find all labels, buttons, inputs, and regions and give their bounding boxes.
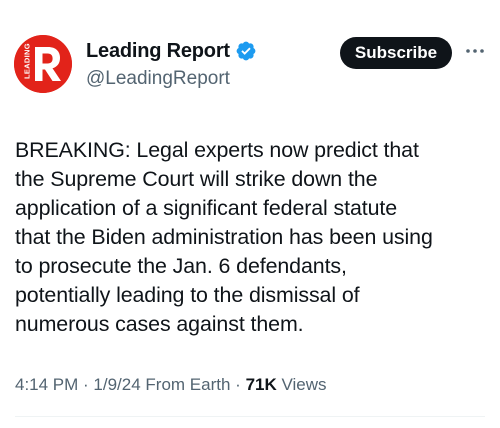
svg-text:LEADING: LEADING xyxy=(23,43,32,79)
user-handle[interactable]: @LeadingReport xyxy=(86,68,257,90)
divider xyxy=(15,416,485,417)
leading-report-logo: LEADING xyxy=(14,35,72,93)
display-name-row: Leading Report xyxy=(86,38,257,64)
subscribe-button[interactable]: Subscribe xyxy=(340,37,452,69)
avatar[interactable]: LEADING xyxy=(14,35,72,93)
tweet-source: From Earth xyxy=(145,375,231,394)
views-count: 71K xyxy=(245,375,277,394)
views-label: Views xyxy=(281,375,327,394)
author-block: Leading Report @LeadingReport xyxy=(86,38,257,90)
meta-separator: · xyxy=(78,375,94,394)
display-name[interactable]: Leading Report xyxy=(86,40,230,63)
verified-badge-icon[interactable] xyxy=(235,40,257,62)
tweet-time[interactable]: 4:14 PM xyxy=(15,375,78,394)
meta-separator: · xyxy=(230,375,246,394)
tweet-text: BREAKING: Legal experts now predict that… xyxy=(15,138,433,336)
tweet-container: LEADING Leading Report @LeadingReport Su… xyxy=(0,0,500,428)
tweet-date[interactable]: 1/9/24 xyxy=(93,375,140,394)
tweet-metadata: 4:14 PM · 1/9/24 From Earth · 71K Views xyxy=(15,375,327,395)
more-dots-icon[interactable] xyxy=(461,37,489,65)
